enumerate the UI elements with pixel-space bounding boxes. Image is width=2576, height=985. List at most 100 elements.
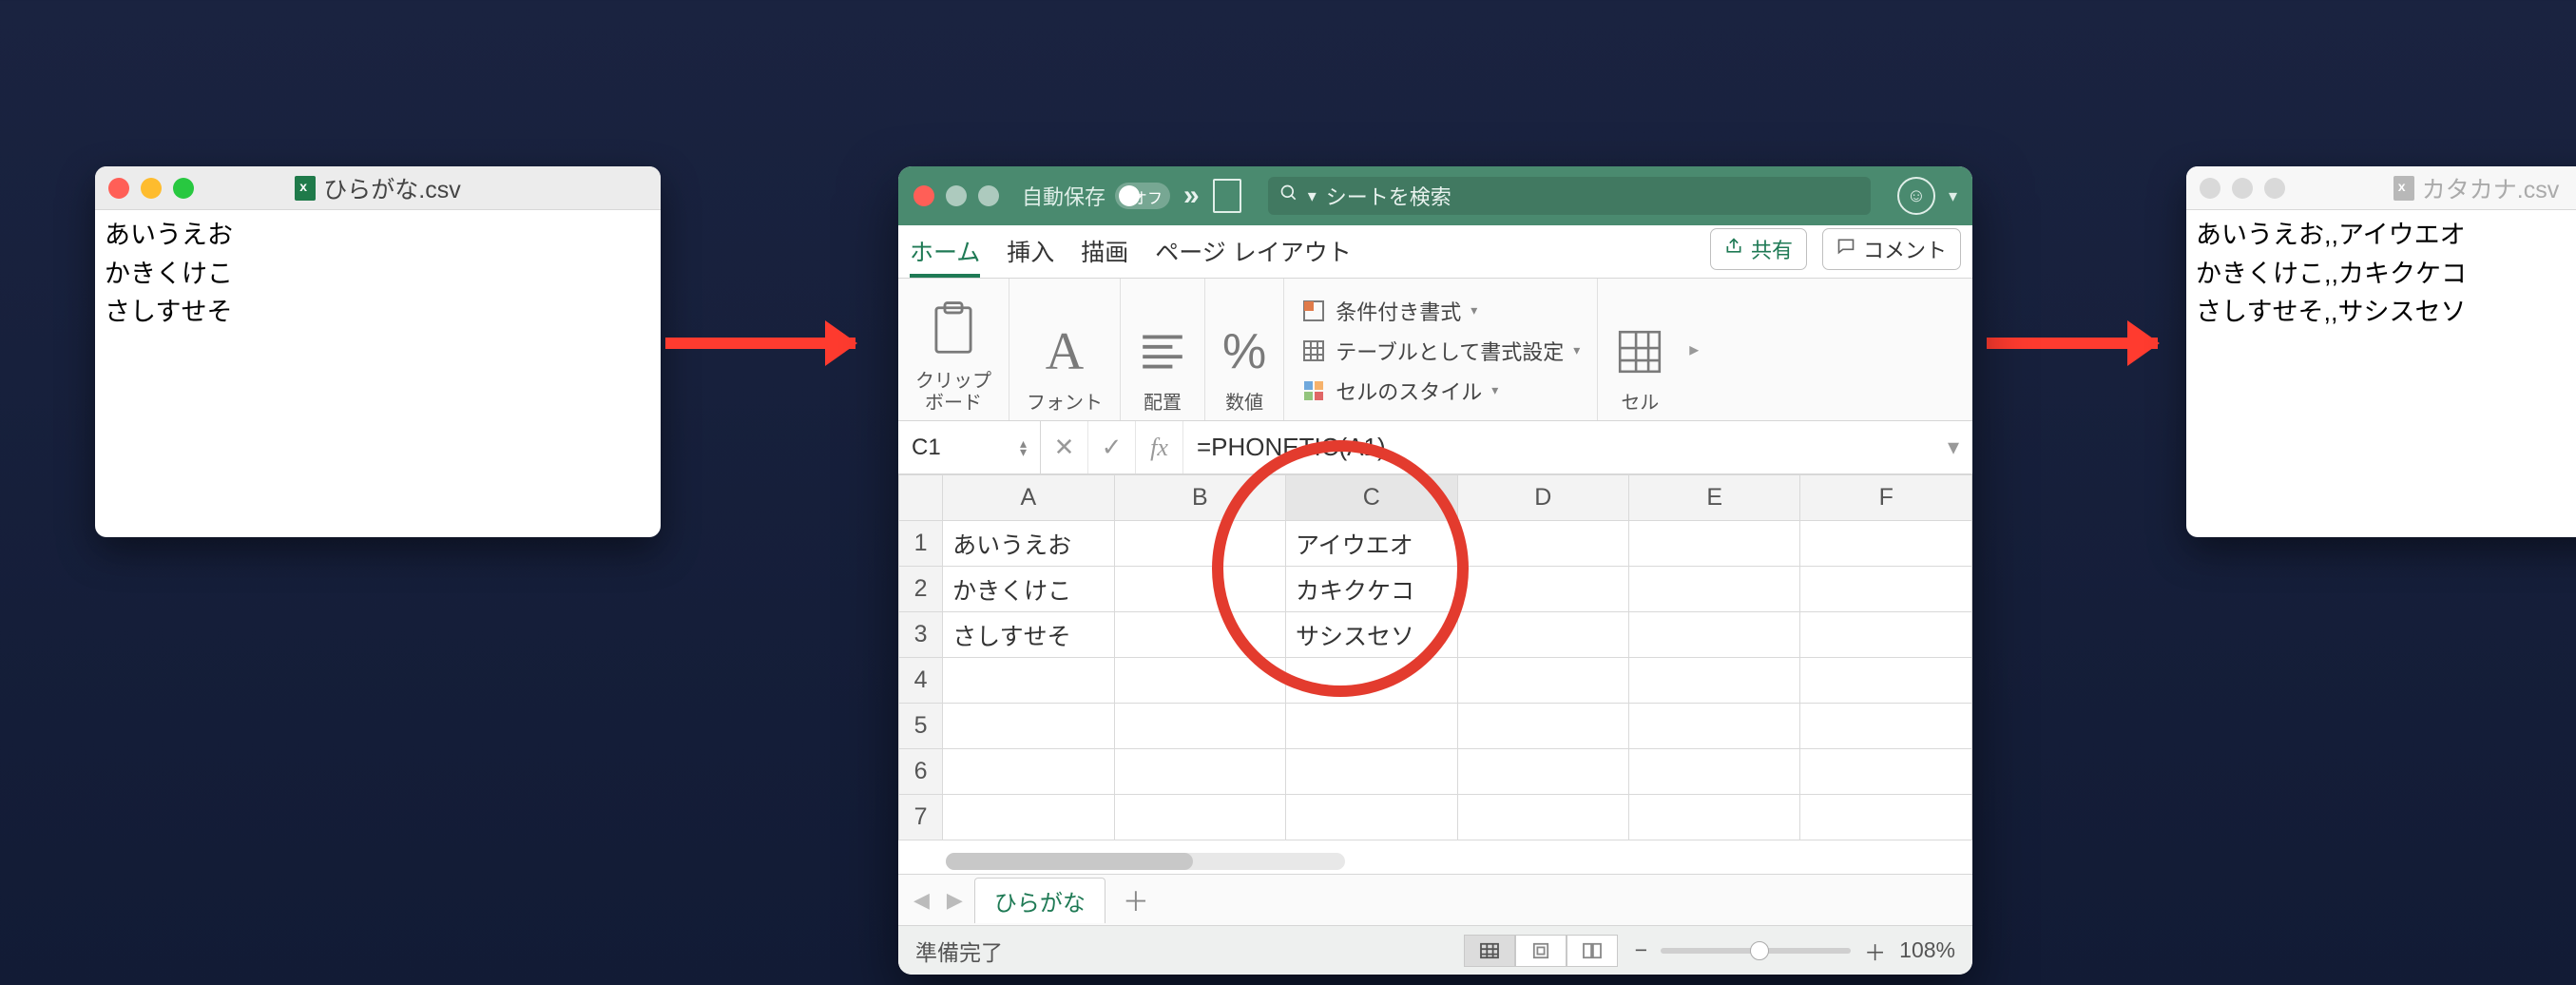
search-input[interactable]: ▾ シートを検索	[1268, 177, 1871, 215]
row-header[interactable]: 5	[899, 704, 943, 749]
add-sheet-button[interactable]: ＋	[1111, 881, 1161, 919]
col-header[interactable]: F	[1800, 475, 1972, 521]
cell[interactable]	[1286, 704, 1457, 749]
col-header[interactable]: D	[1457, 475, 1628, 521]
tab-home[interactable]: ホーム	[910, 234, 980, 278]
row-header[interactable]: 7	[899, 795, 943, 840]
row-header[interactable]: 1	[899, 521, 943, 567]
tab-draw[interactable]: 描画	[1081, 234, 1128, 278]
cell[interactable]	[943, 795, 1114, 840]
cell[interactable]	[1800, 521, 1972, 567]
spreadsheet-grid[interactable]: A B C D E F 1 あいうえお アイウエオ 2 かきくけこ カキクケコ	[898, 474, 1972, 874]
formula-expand-icon[interactable]: ▾	[1934, 434, 1972, 461]
cell[interactable]	[1114, 749, 1285, 795]
maximize-icon[interactable]	[2264, 178, 2285, 199]
close-icon[interactable]	[108, 178, 129, 199]
cell[interactable]	[1800, 795, 1972, 840]
cell[interactable]	[1114, 704, 1285, 749]
cancel-formula-button[interactable]: ✕	[1041, 421, 1088, 473]
cell[interactable]	[1114, 612, 1285, 658]
col-header[interactable]: B	[1114, 475, 1285, 521]
select-all-corner[interactable]	[899, 475, 943, 521]
zoom-in-button[interactable]: ＋	[1864, 935, 1886, 967]
name-box[interactable]: C1 ▴▾	[898, 421, 1041, 473]
number-group[interactable]: % 数値	[1205, 279, 1284, 420]
cell[interactable]: カキクケコ	[1286, 567, 1457, 612]
more-icon[interactable]: »	[1183, 180, 1200, 212]
sheet-nav-next[interactable]: ▶	[941, 888, 969, 913]
cell[interactable]	[1457, 749, 1628, 795]
cell[interactable]	[1286, 658, 1457, 704]
slider-knob[interactable]	[1750, 941, 1769, 960]
cell[interactable]: さしすせそ	[943, 612, 1114, 658]
formula-input[interactable]: =PHONETIC(A1)	[1183, 433, 1934, 462]
cell[interactable]: サシスセソ	[1286, 612, 1457, 658]
document-body[interactable]: あいうえお かきくけこ さしすせそ	[95, 210, 661, 338]
cell[interactable]	[1457, 612, 1628, 658]
view-page-break-button[interactable]	[1567, 935, 1618, 967]
cell[interactable]	[1286, 749, 1457, 795]
titlebar[interactable]: カタカナ.csv	[2186, 166, 2576, 210]
maximize-icon[interactable]	[978, 185, 999, 206]
cell[interactable]	[1628, 567, 1799, 612]
cell[interactable]	[1628, 521, 1799, 567]
sheet-tab[interactable]: ひらがな	[974, 878, 1105, 923]
cell[interactable]	[1457, 658, 1628, 704]
document-body[interactable]: あいうえお,,アイウエオ かきくけこ,,カキクケコ さしすせそ,,サシスセソ	[2186, 210, 2576, 338]
cell[interactable]	[1114, 795, 1285, 840]
cell[interactable]	[1457, 704, 1628, 749]
cell[interactable]	[1800, 612, 1972, 658]
conditional-formatting-button[interactable]: 条件付き書式 ▾	[1301, 296, 1477, 326]
cell[interactable]	[1628, 612, 1799, 658]
scrollbar-thumb[interactable]	[946, 853, 1193, 870]
zoom-out-button[interactable]: −	[1635, 937, 1647, 963]
cell[interactable]	[1457, 567, 1628, 612]
col-header[interactable]: A	[943, 475, 1114, 521]
minimize-icon[interactable]	[141, 178, 162, 199]
cell[interactable]	[1800, 704, 1972, 749]
cell[interactable]	[1628, 795, 1799, 840]
close-icon[interactable]	[913, 185, 934, 206]
cell[interactable]	[1114, 658, 1285, 704]
alignment-group[interactable]: 配置	[1121, 279, 1205, 420]
tab-insert[interactable]: 挿入	[1007, 234, 1054, 278]
tab-page-layout[interactable]: ページ レイアウト	[1155, 234, 1351, 278]
cell[interactable]	[943, 658, 1114, 704]
toggle-switch-icon[interactable]: オフ	[1115, 183, 1170, 209]
cell[interactable]	[1457, 521, 1628, 567]
cell[interactable]: アイウエオ	[1286, 521, 1457, 567]
titlebar[interactable]: ひらがな.csv	[95, 166, 661, 210]
cell[interactable]	[943, 704, 1114, 749]
close-icon[interactable]	[2200, 178, 2220, 199]
cell[interactable]	[1457, 795, 1628, 840]
cell[interactable]	[1114, 521, 1285, 567]
zoom-slider[interactable]	[1661, 948, 1851, 954]
font-group[interactable]: A フォント	[1009, 279, 1121, 420]
fx-button[interactable]: fx	[1136, 421, 1183, 473]
cells-group[interactable]: セル	[1598, 279, 1682, 420]
cell-styles-button[interactable]: セルのスタイル ▾	[1301, 376, 1498, 406]
stepper-icon[interactable]: ▴▾	[1020, 439, 1027, 455]
clipboard-group[interactable]: クリップボード	[898, 279, 1009, 420]
cell[interactable]	[1628, 749, 1799, 795]
cell[interactable]: かきくけこ	[943, 567, 1114, 612]
chevron-down-icon[interactable]: ▾	[1949, 186, 1957, 206]
document-icon[interactable]	[1213, 179, 1241, 213]
cell[interactable]	[943, 749, 1114, 795]
cell[interactable]	[1114, 567, 1285, 612]
minimize-icon[interactable]	[946, 185, 967, 206]
excel-titlebar[interactable]: 自動保存 オフ » ▾ シートを検索 ☺ ▾	[898, 166, 1972, 225]
share-button[interactable]: 共有	[1710, 228, 1807, 270]
view-normal-button[interactable]	[1464, 935, 1515, 967]
maximize-icon[interactable]	[173, 178, 194, 199]
horizontal-scrollbar[interactable]	[946, 853, 1345, 870]
row-header[interactable]: 6	[899, 749, 943, 795]
comment-button[interactable]: コメント	[1822, 228, 1961, 270]
row-header[interactable]: 4	[899, 658, 943, 704]
row-header[interactable]: 2	[899, 567, 943, 612]
ribbon-scroll-right[interactable]: ▸	[1682, 279, 1706, 420]
view-page-layout-button[interactable]	[1515, 935, 1567, 967]
format-as-table-button[interactable]: テーブルとして書式設定 ▾	[1301, 336, 1580, 366]
cell[interactable]	[1628, 658, 1799, 704]
accept-formula-button[interactable]: ✓	[1088, 421, 1136, 473]
